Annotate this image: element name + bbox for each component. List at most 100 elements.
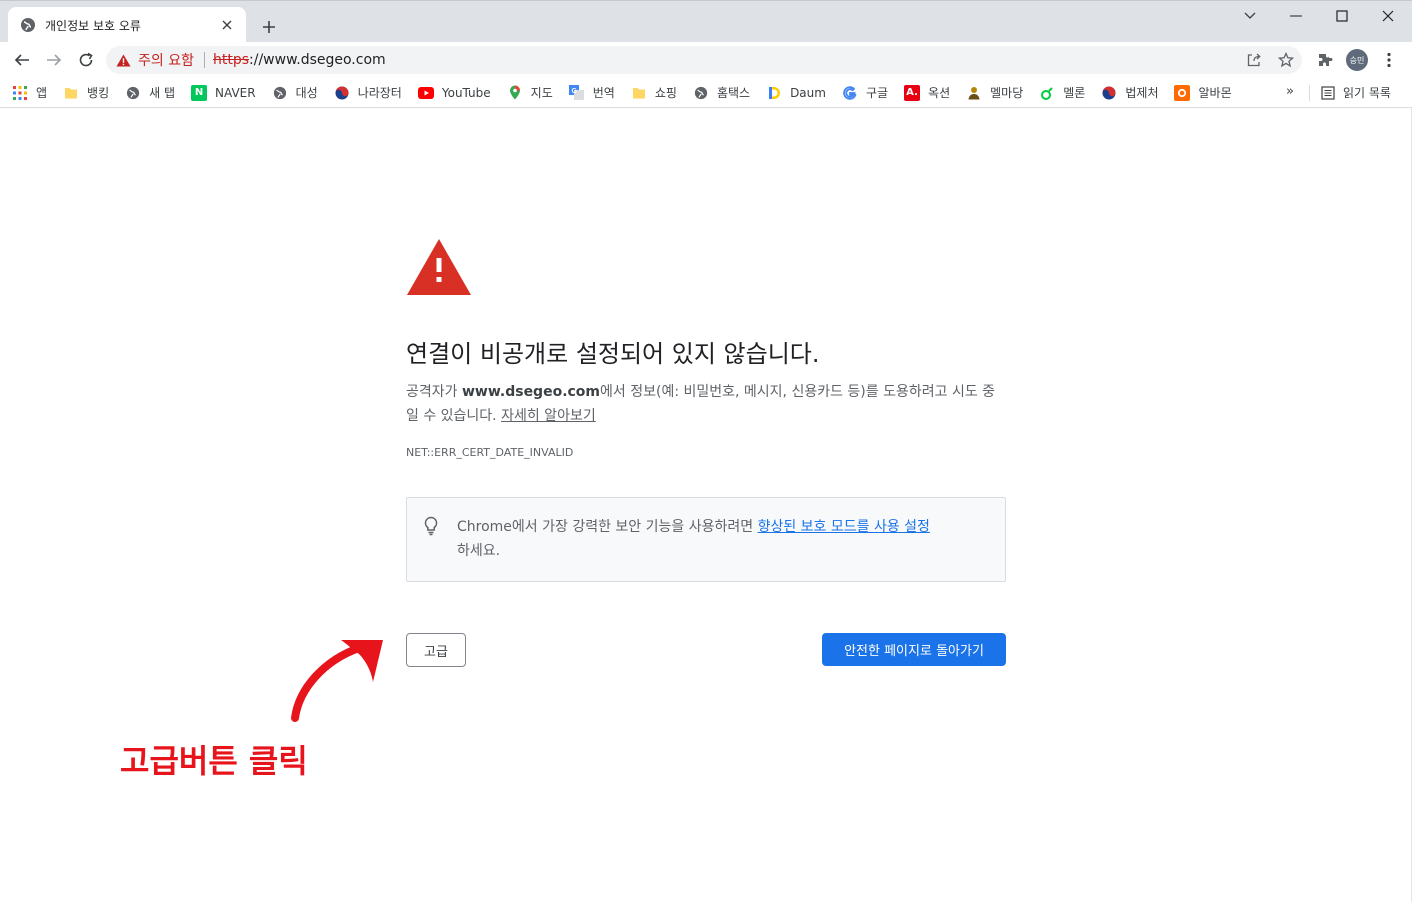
bookmark-narajangteo[interactable]: 나라장터 — [334, 84, 402, 101]
bookmark-banking[interactable]: 뱅킹 — [63, 84, 109, 101]
bookmark-label: 나라장터 — [357, 86, 402, 100]
bookmark-naver[interactable]: N NAVER — [191, 84, 256, 101]
person-icon — [966, 85, 982, 101]
bookmark-moleg[interactable]: 법제처 — [1101, 84, 1158, 101]
bookmark-label: 앱 — [36, 86, 48, 100]
bookmark-label: Daum — [790, 85, 826, 100]
learn-more-link[interactable]: 자세히 알아보기 — [501, 408, 596, 424]
advanced-button[interactable]: 고급 — [406, 633, 466, 667]
globe-icon — [272, 85, 288, 101]
daum-icon — [766, 85, 782, 101]
bookmark-label: 멜마당 — [990, 86, 1024, 100]
taegeuk-icon — [334, 85, 350, 101]
tab-active[interactable]: 개인정보 보호 오류 — [8, 7, 246, 43]
youtube-icon — [417, 85, 434, 101]
bookmark-melon[interactable]: 멜론 — [1039, 84, 1085, 101]
bookmark-albamon[interactable]: 알바몬 — [1174, 84, 1232, 101]
bookmark-melmadang[interactable]: 멜마당 — [966, 84, 1023, 101]
globe-icon — [693, 85, 709, 101]
bookmark-youtube[interactable]: YouTube — [417, 85, 491, 101]
window-close-icon[interactable] — [1373, 5, 1403, 27]
url-text: https://www.dsegeo.com — [213, 52, 386, 68]
bookmark-label: 법제처 — [1125, 86, 1159, 100]
desc-domain: www.dsegeo.com — [461, 384, 601, 400]
bookmark-daum[interactable]: Daum — [766, 85, 826, 101]
annotation-arrow-icon — [291, 640, 383, 722]
folder-icon — [63, 85, 79, 101]
albamon-icon — [1174, 84, 1191, 101]
bookmark-hometax[interactable]: 홈택스 — [693, 84, 750, 101]
warning-triangle-icon — [407, 239, 471, 295]
bookmark-google[interactable]: 구글 — [842, 84, 888, 101]
svg-text:G: G — [572, 88, 578, 95]
lightbulb-icon — [424, 516, 438, 536]
security-label: 주의 요함 — [138, 53, 194, 69]
annotation-caption: 고급버튼 클릭 — [120, 742, 308, 780]
bookmark-label: 멜론 — [1063, 86, 1086, 100]
auction-icon: A. — [904, 84, 921, 101]
enhanced-protection-link[interactable]: 향상된 보호 모드를 사용 설정 — [758, 519, 930, 535]
bookmark-label: 옥션 — [928, 86, 951, 100]
enhanced-protection-text: Chrome에서 가장 강력한 보안 기능을 사용하려면 향상된 보호 모드를 … — [457, 515, 997, 563]
bookmark-label: 알바몬 — [1198, 86, 1232, 100]
extensions-icon[interactable] — [1313, 48, 1337, 72]
tab-title: 개인정보 보호 오류 — [45, 18, 141, 33]
maximize-icon[interactable] — [1327, 5, 1357, 27]
apps-grid-icon — [12, 85, 28, 101]
bookmark-shopping[interactable]: 쇼핑 — [631, 84, 677, 101]
globe-icon — [20, 17, 36, 33]
enhanced-text-pre: Chrome에서 가장 강력한 보안 기능을 사용하려면 — [457, 519, 758, 535]
address-bar[interactable]: 주의 요함 https://www.dsegeo.com — [106, 46, 1302, 74]
bookmark-label: 쇼핑 — [654, 86, 677, 100]
profile-avatar[interactable]: 승민 — [1345, 48, 1369, 72]
bookmark-label: 홈택스 — [716, 86, 751, 100]
map-pin-icon — [507, 85, 523, 101]
bookmark-label: 새 탭 — [149, 86, 176, 100]
bookmark-label: 뱅킹 — [87, 86, 110, 100]
warning-description: 공격자가 www.dsegeo.com에서 정보(예: 비밀번호, 메시지, 신… — [406, 380, 1006, 428]
new-tab-button[interactable] — [258, 16, 280, 38]
bookmark-translate[interactable]: G 번역 — [569, 84, 615, 101]
back-icon[interactable] — [10, 48, 34, 72]
url-scheme: https — [212, 52, 250, 68]
globe-icon — [125, 85, 141, 101]
kebab-menu-icon[interactable] — [1377, 48, 1401, 72]
bookmark-auction[interactable]: A. 옥션 — [904, 84, 950, 101]
close-icon[interactable] — [218, 16, 236, 34]
bookmark-newtab[interactable]: 새 탭 — [125, 84, 175, 101]
bookmark-label: 구글 — [865, 86, 889, 100]
reading-list-label: 읽기 목록 — [1343, 86, 1391, 100]
page-title: 연결이 비공개로 설정되어 있지 않습니다. — [406, 340, 820, 368]
url-host: ://www.dsegeo.com — [249, 52, 386, 68]
minimize-icon[interactable] — [1281, 5, 1311, 27]
bookmark-label: NAVER — [215, 85, 256, 100]
security-chip[interactable]: 주의 요함 — [116, 50, 194, 70]
warning-triangle-icon — [116, 54, 131, 66]
bookmark-label: 지도 — [530, 86, 553, 100]
toolbar: 주의 요함 https://www.dsegeo.com 승민 — [0, 42, 1412, 78]
avatar: 승민 — [1346, 49, 1368, 71]
reload-icon[interactable] — [74, 48, 98, 72]
folder-icon — [631, 85, 647, 101]
enhanced-text-post: 하세요. — [457, 543, 501, 559]
reading-list-icon — [1321, 85, 1335, 100]
star-icon[interactable] — [1270, 46, 1302, 74]
melon-icon — [1039, 85, 1055, 101]
bookmark-apps[interactable]: 앱 — [12, 84, 47, 101]
translate-icon: G — [569, 85, 585, 101]
taegeuk-icon — [1101, 85, 1117, 101]
bookmark-map[interactable]: 지도 — [507, 84, 553, 101]
reading-list-button[interactable]: 읽기 목록 — [1321, 78, 1391, 107]
chip-divider — [203, 52, 205, 68]
bookmark-label: YouTube — [441, 85, 491, 100]
forward-icon[interactable] — [42, 48, 66, 72]
share-icon[interactable] — [1238, 46, 1270, 74]
bookmark-daesung[interactable]: 대성 — [272, 84, 318, 101]
desc-text-pre: 공격자가 — [406, 384, 462, 400]
bookmarks-overflow-button[interactable]: » — [1286, 84, 1294, 99]
bookmark-label: 대성 — [295, 86, 318, 100]
back-to-safety-button[interactable]: 안전한 페이지로 돌아가기 — [822, 633, 1006, 666]
naver-icon: N — [191, 84, 208, 101]
chevron-down-icon[interactable] — [1235, 5, 1265, 27]
enhanced-protection-box: Chrome에서 가장 강력한 보안 기능을 사용하려면 향상된 보호 모드를 … — [406, 497, 1006, 582]
